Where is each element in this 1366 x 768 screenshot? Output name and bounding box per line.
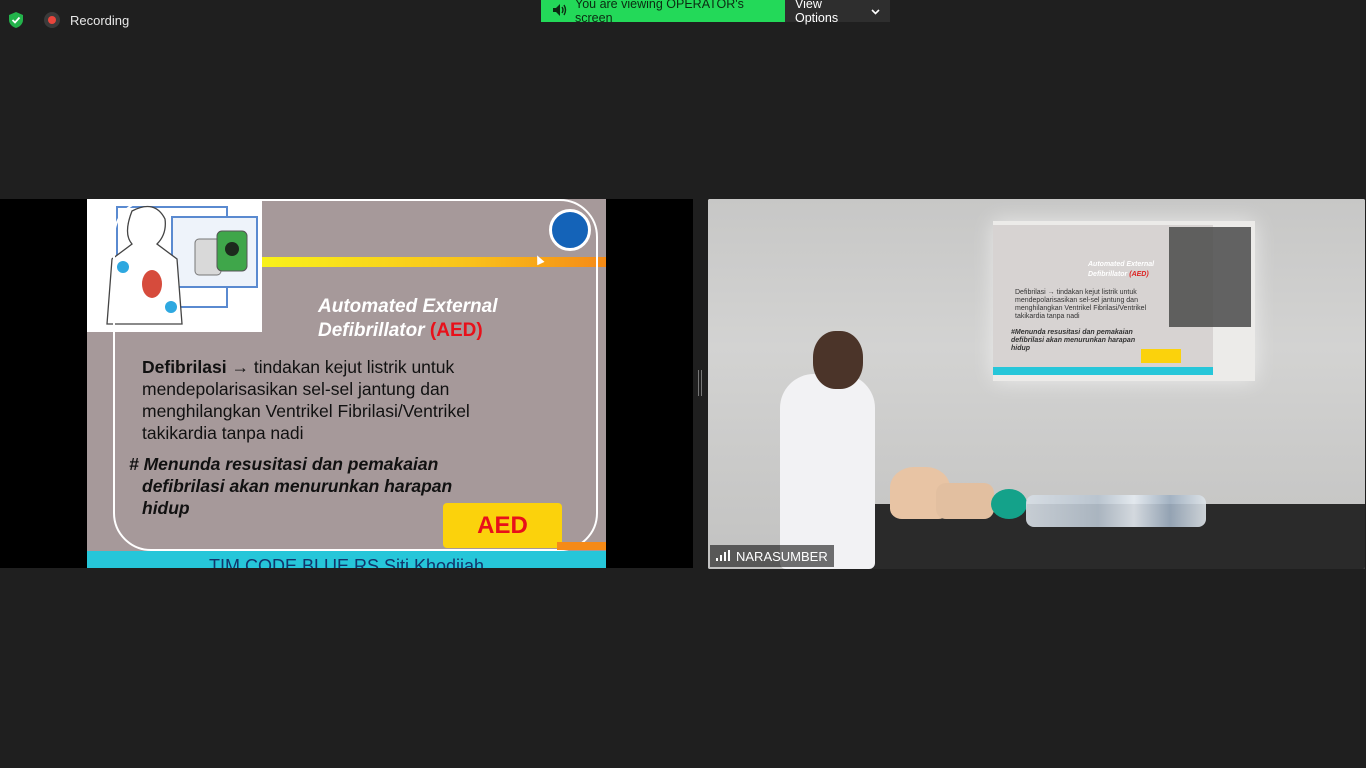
speaker-coat [780,374,875,569]
projected-menu-overlay [1169,227,1251,327]
slide-body-line2: mendepolarisasikan sel-sel jantung dan [142,379,450,399]
signal-bars-icon [716,549,730,564]
slide-body-line3: menghilangkan Ventrikel Fibrilasi/Ventri… [142,401,470,421]
chevron-down-icon [871,4,880,18]
projected-slide: Automated External Defibrillator (AED) D… [993,221,1255,381]
viewing-screen-text: You are viewing OPERATOR's screen [575,0,744,25]
slide-note-line2: defibrilasi akan menurunkan harapan [142,476,453,496]
slide-footer: TIM CODE BLUE RS Siti Khodijah [87,551,606,568]
presentation-slide: Automated External Defibrillator (AED) D… [87,199,606,568]
slide-body-term: Defibrilasi [142,357,227,377]
speaker-head [813,331,863,389]
slide-title-line2: Defibrillator [318,320,425,341]
screen-share-banner: You are viewing OPERATOR's screen View O… [541,0,890,25]
resuscitation-bag [991,489,1027,519]
slide-body-line4: takikardia tanpa nadi [142,423,304,443]
view-options-label: View Options [795,0,839,25]
slide-note-line1: # Menunda resusitasi dan pemakaian [129,454,439,474]
slide-title-line1: Automated External [318,296,498,317]
recording-indicator[interactable]: Recording [44,10,129,30]
slide-title: Automated External Defibrillator (AED) [318,295,497,343]
slide-body-arrow: → [231,357,250,377]
security-shield-icon[interactable] [6,10,26,30]
shared-screen-panel[interactable]: Automated External Defibrillator (AED) D… [0,199,693,568]
participant-name: NARASUMBER [736,548,828,564]
view-options-button[interactable]: View Options [785,0,890,25]
slide-body-text: Defibrilasi → tindakan kejut listrik unt… [142,356,562,444]
slide-bottom-accent [557,542,606,550]
recording-label: Recording [70,12,130,28]
panel-resize-handle[interactable] [698,370,702,396]
participant-name-label: NARASUMBER [710,545,834,567]
cpr-manikin-torso [936,483,994,519]
slide-body-line1: tindakan kejut listrik untuk [253,357,455,377]
speaker-icon [553,3,567,19]
slide-title-abbr: (AED) [429,320,483,341]
medical-supplies [1026,495,1206,527]
aed-badge: AED [443,503,562,548]
viewing-screen-notice: You are viewing OPERATOR's screen [541,0,785,25]
recording-dot-icon [44,12,60,28]
speaker-video-tile[interactable]: Automated External Defibrillator (AED) D… [708,199,1365,569]
